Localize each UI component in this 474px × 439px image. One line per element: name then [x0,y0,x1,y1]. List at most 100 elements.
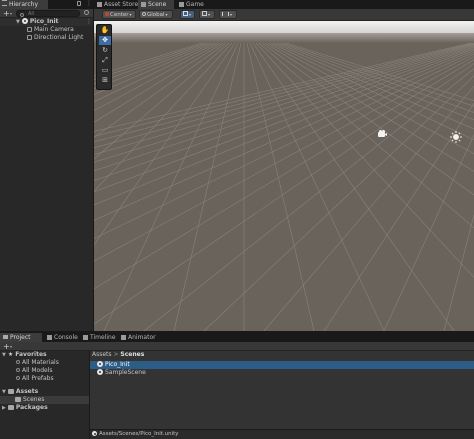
tab-timeline[interactable]: Timeline [80,333,116,342]
tab-timeline-label: Timeline [90,334,116,341]
rotate-tool-icon[interactable]: ↻ [99,46,111,55]
expand-arrow-icon[interactable]: ▼ [2,389,6,395]
scale-tool-icon[interactable]: ⤢ [99,56,111,65]
move-tool-icon[interactable]: ✥ [99,36,111,45]
hand-tool-icon[interactable]: ✋ [99,26,111,35]
status-path: Assets/Scenes/Pico_Init.unity [99,431,179,437]
scene-viewport[interactable]: ✋ ✥ ↻ ⤢ ▭ ⊞ [94,21,474,331]
pivot-label: Center [110,12,129,18]
add-button[interactable]: + [3,9,10,18]
add-dropdown-caret[interactable]: ▾ [10,9,12,18]
global-local-dropdown[interactable]: Global▾ [139,10,173,19]
search-icon [16,359,20,366]
tab-animator-label: Animator [128,334,156,341]
search-input[interactable]: All [16,10,80,17]
tab-console[interactable]: Console [44,333,78,342]
file-row[interactable]: SampleScene [90,369,474,377]
grid-icon [183,11,188,16]
hierarchy-item-main-camera[interactable]: Main Camera [27,26,74,34]
folder-icon [7,388,14,394]
expand-arrow-icon[interactable]: ▼ [16,19,20,25]
rect-tool-icon[interactable]: ▭ [99,66,111,75]
snap-grid-icon [202,11,207,16]
scenes-folder-row[interactable]: Scenes [0,396,89,404]
menu-dots-icon[interactable]: ⋮ [86,0,92,8]
scene-toolbar: Center▾ Global▾ ▾ ▾ ▾ [94,9,474,21]
camera-gizmo-icon[interactable] [378,130,387,137]
search-icon [16,367,20,374]
bottom-tabbar: Project Console Timeline Animator [0,333,474,342]
favorites-label: Favorites [15,351,47,358]
project-folder-tree: ▼ ★ Favorites All Materials All Models All… [0,351,89,439]
tab-hierarchy-label: Hierarchy [9,1,39,8]
scene-grid-canvas[interactable] [94,21,474,331]
snap-increment-button[interactable]: ▾ [199,10,215,19]
file-row-selected[interactable]: Pico_Init [90,361,474,369]
tab-console-label: Console [54,334,78,341]
chevron-down-icon: ▾ [129,12,132,17]
lock-icon[interactable] [77,1,81,6]
scene-menu-icon[interactable]: ⋮ [86,18,92,26]
scene-grid-icon [141,1,146,7]
space-label: Global [147,12,165,18]
assets-label: Assets [15,388,39,395]
gameobject-icon [27,34,32,40]
tool-palette: ✋ ✥ ↻ ⤢ ▭ ⊞ [96,24,112,90]
status-bar: Assets/Scenes/Pico_Init.unity [90,429,474,439]
tab-scene[interactable]: Scene [138,0,174,9]
scene-name: Pico_Init [29,18,59,25]
pivot-center-dropdown[interactable]: Center▾ [102,10,136,19]
transform-tool-icon[interactable]: ⊞ [99,76,111,85]
folder-icon [7,404,14,410]
tab-animator[interactable]: Animator [118,333,158,342]
favorite-item[interactable]: All Materials [16,359,59,367]
tab-project-label: Project [10,334,31,341]
favorite-item[interactable]: All Models [16,367,53,375]
favorite-item[interactable]: All Prefabs [16,375,54,383]
ground-plane [94,43,474,331]
list-icon [2,0,7,6]
scene-tabbar: Asset Store Scene Game [94,0,474,9]
breadcrumb: Assets > Scenes [92,351,474,359]
hierarchy-item-directional-light[interactable]: Directional Light [27,34,83,42]
increment-snap-icon [222,12,229,16]
packages-row[interactable]: ▶ Packages [2,404,48,412]
favorite-item-label: All Prefabs [22,375,54,382]
store-icon [97,1,102,7]
tab-project[interactable]: Project [0,333,42,342]
tab-game[interactable]: Game [176,0,210,9]
console-icon [47,334,52,340]
hierarchy-item-label: Directional Light [34,34,84,41]
tab-asset-store-label: Asset Store [104,1,139,8]
project-add-button[interactable]: + [3,342,10,351]
star-icon: ★ [7,351,14,358]
grid-snap-button[interactable]: ▾ [180,10,195,19]
project-toolbar: + ▾ [0,342,474,351]
scenes-folder-label: Scenes [23,396,45,403]
breadcrumb-current[interactable]: Scenes [120,351,144,358]
project-file-area: Assets > Scenes Pico_Init SampleScene As… [90,351,474,439]
assets-row[interactable]: ▼ Assets [2,388,38,396]
add-dropdown-caret[interactable]: ▾ [10,342,12,351]
tab-scene-label: Scene [148,1,167,8]
tab-asset-store[interactable]: Asset Store [94,0,139,9]
timeline-icon [83,334,88,340]
search-icon [16,375,20,382]
directional-light-gizmo-icon[interactable] [450,131,462,143]
sky [94,21,474,33]
unity-scene-icon [92,431,97,436]
hierarchy-item-label: Main Camera [34,26,74,33]
chevron-down-icon: ▾ [165,12,168,17]
tab-hierarchy[interactable]: Hierarchy [0,0,48,9]
expand-arrow-icon[interactable]: ▼ [2,352,6,358]
breadcrumb-separator: > [113,351,119,358]
unity-scene-icon [97,361,103,367]
breadcrumb-root[interactable]: Assets [92,351,112,358]
expand-arrow-icon[interactable]: ▶ [2,405,6,411]
search-filter-icon[interactable] [84,10,89,15]
snap-settings-button[interactable]: ▾ [219,10,237,19]
horizon-fade [94,33,474,43]
scene-root-row[interactable]: ▼ Pico_Init ⋮ [0,18,93,26]
hierarchy-tabbar: Hierarchy ⋮ [0,0,93,9]
favorites-row[interactable]: ▼ ★ Favorites [2,351,47,359]
